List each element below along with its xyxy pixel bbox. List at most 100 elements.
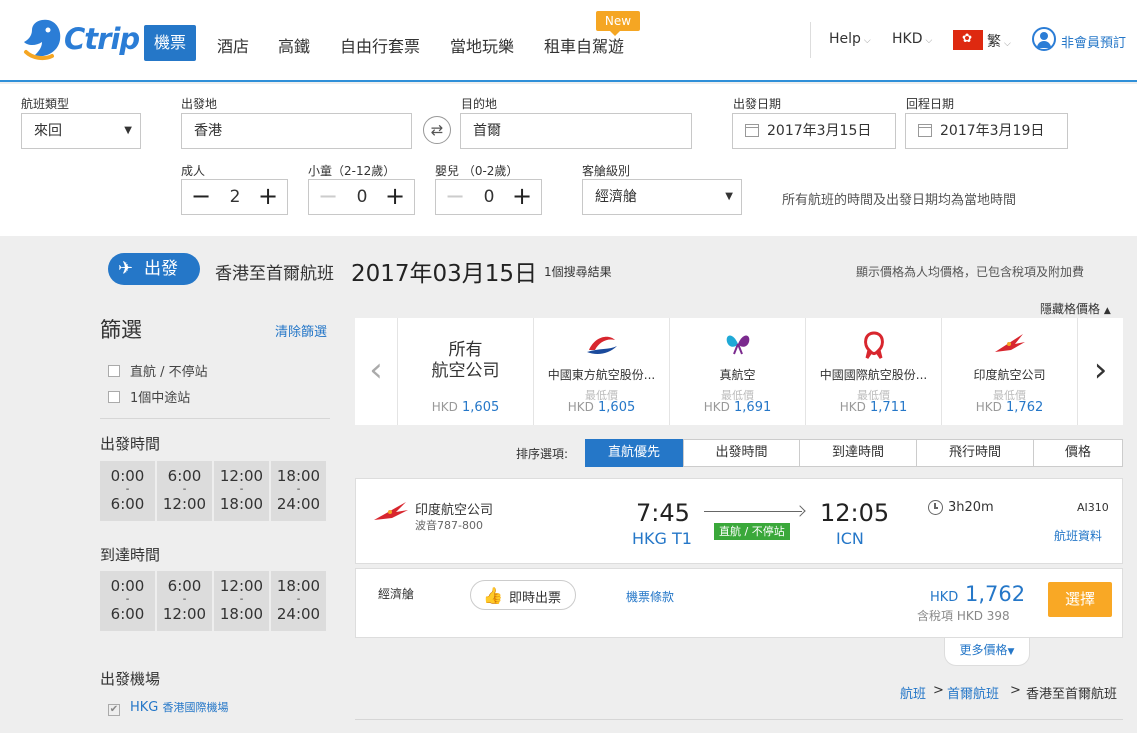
caret-down-icon: ▼: [124, 125, 132, 136]
fare-price: HKD 1,762: [930, 582, 1025, 606]
checked-icon[interactable]: ✔: [108, 704, 120, 716]
caret-down-icon: ▼: [725, 191, 733, 202]
one-stop-checkbox[interactable]: [108, 391, 120, 403]
sort-nonstop-first[interactable]: 直航優先: [585, 439, 683, 467]
depart-date-input[interactable]: 2017年3月15日: [732, 113, 896, 149]
depart-slot-0[interactable]: 0:00-6:00: [100, 461, 155, 521]
airline-all-line2: 航空公司: [431, 361, 500, 381]
flight-duration: 3h20m: [948, 500, 994, 515]
arrive-time: 12:05: [820, 499, 890, 527]
filter-one-stop[interactable]: 1個中途站: [108, 387, 190, 406]
return-date-input[interactable]: 2017年3月19日: [905, 113, 1068, 149]
to-input[interactable]: 首爾: [460, 113, 692, 149]
slot-to: 18:00: [219, 495, 264, 513]
sort-price[interactable]: 價格: [1033, 439, 1123, 467]
depart-slot-1[interactable]: 6:00-12:00: [157, 461, 212, 521]
chevron-left-icon[interactable]: ‹: [355, 318, 397, 425]
infants-minus-button[interactable]: −: [440, 180, 470, 214]
nonstop-checkbox[interactable]: [108, 365, 120, 377]
instant-ticketing-label: 即時出票: [509, 591, 562, 606]
trip-type-label: 航班類型: [21, 97, 70, 111]
clear-filters-link[interactable]: 清除篩選: [275, 321, 327, 340]
nav-item-rail[interactable]: 高鐵: [278, 33, 310, 57]
header-divider: [810, 22, 811, 58]
airline-air-china[interactable]: 中國國際航空股份... 最低價 HKD 1,711: [805, 318, 941, 425]
flight-info-link[interactable]: 航班資料: [1054, 527, 1102, 544]
arrive-slot-0[interactable]: 0:00-6:00: [100, 571, 155, 631]
airline-all-line1: 所有: [448, 340, 483, 360]
depart-date-label: 出發日期: [733, 97, 782, 111]
instant-ticketing-badge: 👍 即時出票: [470, 580, 576, 610]
arrive-slot-3[interactable]: 18:00-24:00: [271, 571, 326, 631]
price-value: 1,762: [965, 582, 1026, 606]
depart-slot-2[interactable]: 12:00-18:00: [214, 461, 269, 521]
help-menu[interactable]: Help ⌵: [829, 31, 871, 47]
swap-icon[interactable]: ⇄: [423, 116, 451, 144]
sort-duration[interactable]: 飛行時間: [916, 439, 1034, 467]
infants-plus-button[interactable]: +: [507, 180, 537, 214]
airline-name: 中國國際航空股份...: [819, 368, 928, 382]
calendar-icon: [745, 124, 759, 137]
children-plus-button[interactable]: +: [380, 180, 410, 214]
china-eastern-logo-icon: [586, 336, 617, 354]
route-date: 2017年03月15日: [351, 261, 538, 287]
adults-plus-button[interactable]: +: [253, 180, 283, 214]
trip-type-select[interactable]: 來回 ▼: [21, 113, 141, 149]
infants-value: 0: [483, 187, 495, 207]
slot-to: 6:00: [110, 605, 145, 623]
divider: [355, 719, 1123, 720]
nav-item-activities[interactable]: 當地玩樂: [450, 33, 514, 57]
flight-aircraft[interactable]: 波音787-800: [415, 517, 483, 533]
flight-airline: 印度航空公司: [415, 503, 494, 518]
arrive-slot-1[interactable]: 6:00-12:00: [157, 571, 212, 631]
tax-note: 含稅項 HKD 398: [917, 609, 1010, 623]
arrive-slot-2[interactable]: 12:00-18:00: [214, 571, 269, 631]
ctrip-dolphin-logo-icon[interactable]: [20, 16, 64, 62]
adults-minus-button[interactable]: −: [186, 180, 216, 214]
chevron-right-icon[interactable]: ›: [1077, 318, 1123, 425]
filter-nonstop[interactable]: 直航 / 不停站: [108, 361, 208, 380]
hong-kong-flag-icon[interactable]: [953, 30, 983, 50]
one-stop-label: 1個中途站: [130, 391, 191, 406]
guest-booking-link[interactable]: 非會員預訂: [1061, 32, 1126, 51]
fare-terms-link[interactable]: 機票條款: [626, 588, 674, 605]
cabin-select[interactable]: 經濟艙 ▼: [582, 179, 742, 215]
breadcrumb-seoul[interactable]: 首爾航班: [947, 683, 999, 702]
chevron-down-icon: ⌵: [1004, 39, 1011, 49]
infants-label: 嬰兒 （0-2歲）: [435, 164, 519, 178]
ctrip-logo-text[interactable]: Ctrip: [64, 22, 140, 56]
children-minus-button[interactable]: −: [313, 180, 343, 214]
more-prices-toggle[interactable]: 更多價格▼: [944, 638, 1030, 666]
nav-item-packages[interactable]: 自由行套票: [340, 33, 420, 57]
select-fare-button[interactable]: 選擇: [1048, 582, 1112, 617]
airline-jin-air[interactable]: 真航空 最低價 HKD 1,691: [669, 318, 805, 425]
price-value: 1,605: [462, 400, 500, 415]
nav-item-hotels[interactable]: 酒店: [217, 33, 249, 57]
breadcrumb-flights[interactable]: 航班: [900, 683, 926, 702]
slot-to: 6:00: [110, 495, 145, 513]
return-date-label: 回程日期: [906, 97, 955, 111]
airline-china-eastern[interactable]: 中國東方航空股份... 最低價 HKD 1,605: [533, 318, 669, 425]
slot-to: 18:00: [219, 605, 264, 623]
airport-title: 出發機場: [100, 670, 161, 688]
sort-arrive-time[interactable]: 到達時間: [799, 439, 917, 467]
language-menu[interactable]: 繁 ⌵: [987, 31, 1011, 51]
depart-badge: ✈ 出發: [108, 253, 200, 285]
nav-item-car-rental[interactable]: 租車自駕遊: [544, 33, 624, 57]
nav-item-flights[interactable]: 機票: [144, 25, 196, 61]
nonstop-badge: 直航 / 不停站: [714, 523, 790, 540]
breadcrumb-separator: >: [1010, 683, 1021, 698]
fare-cabin: 經濟艙: [378, 587, 415, 601]
airline-carousel: ‹ 所有 航空公司 HKD 1,605 中國東方航空股份... 最低價 HKD 1…: [355, 318, 1123, 425]
cabin-value: 經濟艙: [595, 189, 637, 205]
depart-slot-3[interactable]: 18:00-24:00: [271, 461, 326, 521]
airline-all[interactable]: 所有 航空公司 HKD 1,605: [397, 318, 533, 425]
filter-title: 篩選: [100, 318, 142, 342]
user-icon[interactable]: [1032, 27, 1056, 51]
currency-menu[interactable]: HKD ⌵: [892, 31, 932, 47]
airline-air-india[interactable]: 印度航空公司 最低價 HKD 1,762: [941, 318, 1077, 425]
hide-grid-toggle[interactable]: 隱藏格價格 ▲: [1040, 300, 1111, 317]
filter-airport-hkg[interactable]: ✔ HKG 香港國際機場: [108, 699, 229, 716]
sort-depart-time[interactable]: 出發時間: [683, 439, 800, 467]
from-input[interactable]: 香港: [181, 113, 412, 149]
